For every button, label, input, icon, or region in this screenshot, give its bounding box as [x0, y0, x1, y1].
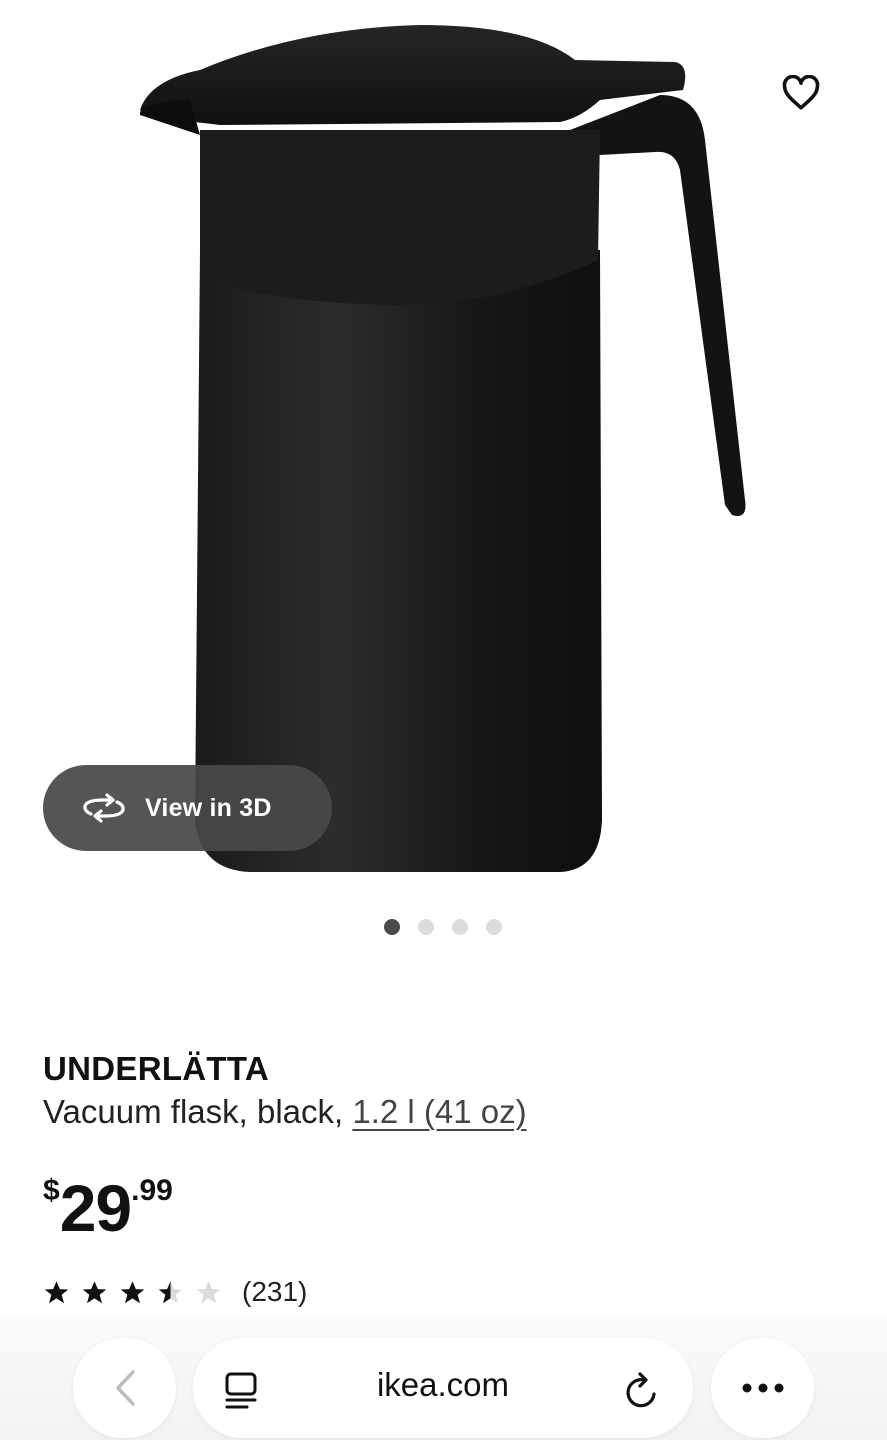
rotate-3d-icon: [81, 791, 127, 825]
size-link[interactable]: 1.2 l (41 oz): [352, 1093, 526, 1130]
view-in-3d-label: View in 3D: [145, 793, 272, 822]
price-decimal: .99: [131, 1174, 173, 1207]
description-text: Vacuum flask, black,: [43, 1093, 353, 1130]
view-in-3d-button[interactable]: View in 3D: [43, 765, 332, 851]
star-icon: [158, 1280, 183, 1303]
price-integer: 29: [59, 1171, 132, 1245]
rating[interactable]: (231): [43, 1276, 307, 1308]
browser-toolbar: ikea.com: [0, 1318, 887, 1440]
favorite-button[interactable]: [776, 68, 826, 118]
page-dot-4[interactable]: [486, 919, 502, 935]
image-pagination: [384, 919, 502, 935]
chevron-left-icon: [115, 1370, 135, 1406]
product-description: Vacuum flask, black, 1.2 l (41 oz): [43, 1093, 527, 1131]
heart-outline-icon: [782, 75, 820, 110]
page-dot-1[interactable]: [384, 919, 400, 935]
more-button[interactable]: [711, 1338, 814, 1438]
url-text[interactable]: ikea.com: [193, 1366, 693, 1404]
reload-icon[interactable]: [623, 1371, 661, 1411]
star-icon: [196, 1280, 221, 1303]
review-count[interactable]: (231): [242, 1276, 307, 1308]
price: $29.99: [43, 1170, 173, 1246]
rating-stars: [43, 1279, 222, 1306]
star-icon: [44, 1280, 69, 1303]
star-icon: [120, 1280, 145, 1303]
product-name: UNDERLÄTTA: [43, 1050, 270, 1087]
star-icon: [82, 1280, 107, 1303]
price-currency: $: [43, 1174, 60, 1207]
address-bar[interactable]: ikea.com: [193, 1338, 693, 1438]
product-gallery[interactable]: View in 3D: [0, 0, 887, 900]
back-button[interactable]: [73, 1338, 176, 1438]
page-dot-2[interactable]: [418, 919, 434, 935]
page-dot-3[interactable]: [452, 919, 468, 935]
more-dots-icon: [742, 1383, 783, 1393]
